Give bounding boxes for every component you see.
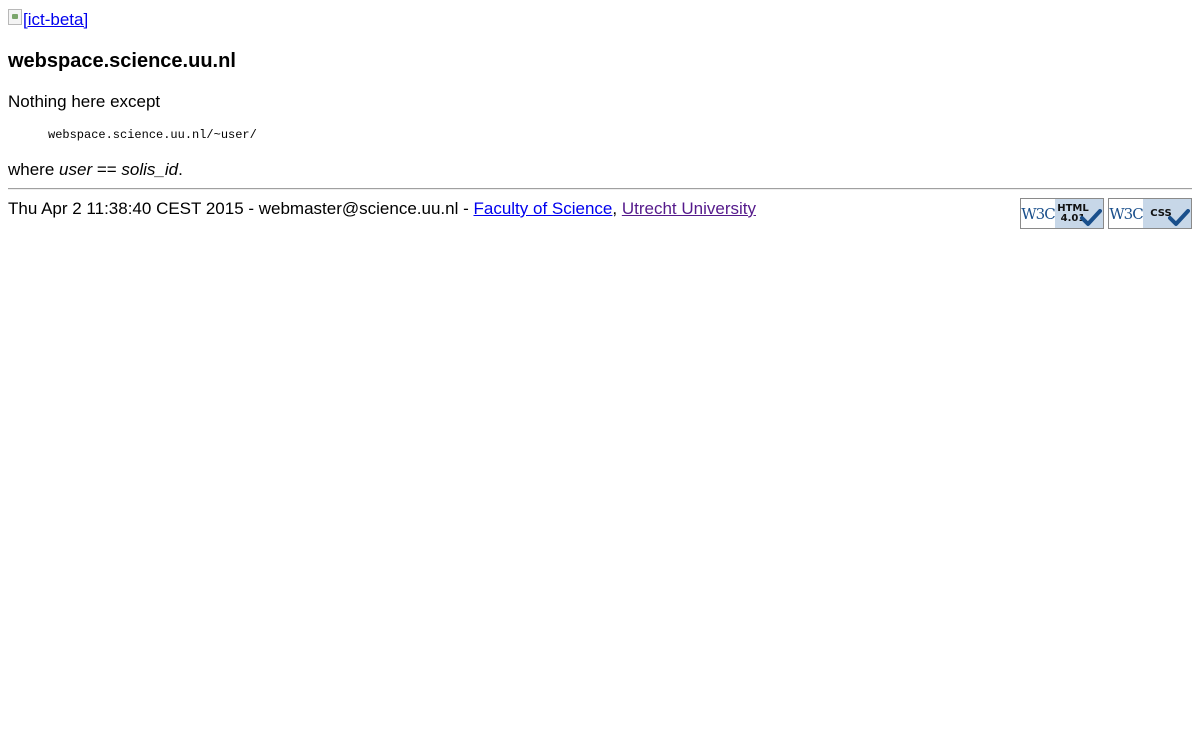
page-title: webspace.science.uu.nl bbox=[8, 50, 236, 72]
w3c-css-icon: W3C bbox=[1109, 199, 1144, 228]
where-sentence: where user == solis_id. bbox=[8, 158, 183, 182]
logo-alt-text: [ict-beta] bbox=[23, 9, 89, 29]
where-user: user bbox=[59, 160, 93, 179]
where-operator: == bbox=[92, 160, 122, 179]
w3c-html401-icon: W3C bbox=[1021, 199, 1056, 228]
w3c-css-badge[interactable]: W3C CSS bbox=[1108, 198, 1192, 229]
where-solis-id: solis_id bbox=[121, 160, 179, 179]
where-suffix: . bbox=[178, 160, 183, 179]
footer-line: Thu Apr 2 11:38:40 CEST 2015 - webmaster… bbox=[8, 197, 756, 221]
logo-row: [ict-beta] bbox=[8, 8, 88, 30]
intro-text: Nothing here except bbox=[8, 92, 161, 111]
w3c-html-badge[interactable]: W3C HTML 4.01 bbox=[1020, 198, 1104, 229]
ict-beta-logo-link[interactable]: [ict-beta] bbox=[8, 8, 89, 30]
faculty-of-science-link[interactable]: Faculty of Science bbox=[473, 199, 612, 218]
broken-image-icon bbox=[8, 8, 22, 25]
checkmark-icon bbox=[1080, 209, 1102, 226]
checkmark-icon bbox=[1168, 209, 1190, 226]
url-pattern-code: webspace.science.uu.nl/~user/ bbox=[48, 128, 257, 142]
footer-separator: , bbox=[612, 199, 622, 218]
utrecht-university-link[interactable]: Utrecht University bbox=[622, 199, 756, 218]
footer-timestamp-email: Thu Apr 2 11:38:40 CEST 2015 - webmaster… bbox=[8, 199, 474, 218]
where-prefix: where bbox=[8, 160, 60, 179]
horizontal-rule bbox=[8, 188, 1192, 190]
validation-badges: W3C HTML 4.01 W3C CSS bbox=[1020, 198, 1192, 229]
